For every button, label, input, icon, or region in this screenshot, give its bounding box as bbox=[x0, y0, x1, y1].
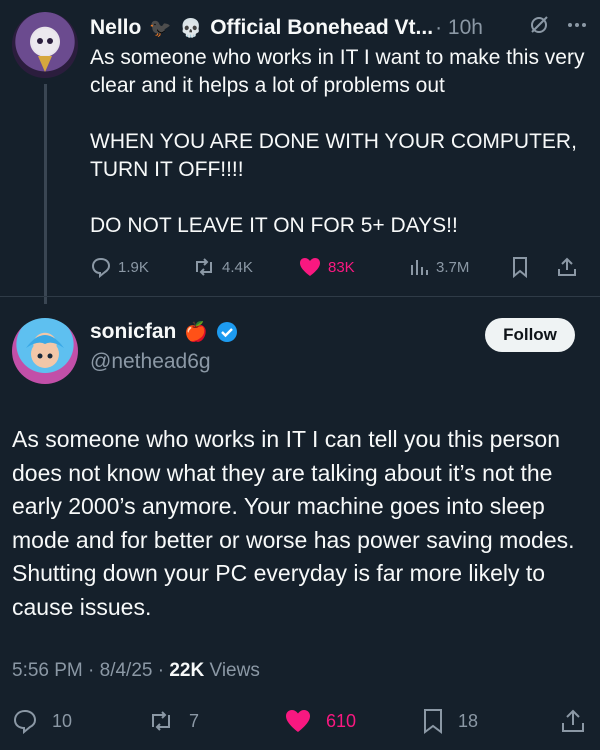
reply-button[interactable]: 1.9K bbox=[90, 256, 192, 278]
more-icon[interactable] bbox=[566, 14, 588, 36]
views-count: 3.7M bbox=[436, 258, 470, 276]
author-name-row: sonicfan 🍎 bbox=[90, 320, 238, 344]
bird-emoji: 🐦‍⬛ bbox=[149, 17, 172, 38]
like-button[interactable]: 83K bbox=[298, 256, 408, 278]
parent-actions: 1.9K 4.4K 83K 3.7M bbox=[90, 254, 590, 280]
verified-badge-icon[interactable] bbox=[216, 321, 238, 343]
reply-icon bbox=[91, 257, 111, 278]
reply-icon bbox=[13, 709, 37, 734]
author-name[interactable]: sonicfan bbox=[90, 320, 176, 344]
skull-emoji: 💀 bbox=[179, 17, 203, 38]
bookmark-button[interactable] bbox=[510, 256, 556, 278]
thread-line bbox=[44, 84, 47, 304]
reply-button[interactable]: 10 bbox=[12, 706, 72, 736]
follow-button[interactable]: Follow bbox=[485, 318, 575, 352]
anime-avatar-icon bbox=[26, 335, 64, 368]
like-count: 83K bbox=[328, 258, 355, 276]
tweet-views-count: 22K bbox=[169, 660, 205, 681]
like-count: 610 bbox=[326, 710, 357, 731]
tweet-text: As someone who works in IT I can tell yo… bbox=[12, 426, 575, 620]
tweet-views-label: Views bbox=[204, 660, 260, 681]
parent-display-name[interactable]: Official Bonehead Vt... bbox=[210, 16, 433, 40]
bookmark-button[interactable]: 18 bbox=[422, 706, 478, 736]
bookmark-count: 18 bbox=[458, 710, 479, 731]
like-button[interactable]: 610 bbox=[284, 706, 356, 736]
tweet-actions: 10 7 610 18 bbox=[12, 706, 588, 736]
repost-icon bbox=[152, 711, 170, 731]
heart-filled-icon bbox=[286, 710, 310, 732]
author-handle[interactable]: @nethead6g bbox=[90, 350, 211, 374]
share-button[interactable] bbox=[556, 256, 578, 278]
author-avatar[interactable] bbox=[12, 318, 78, 384]
repost-count: 7 bbox=[189, 710, 200, 731]
views-button[interactable]: 3.7M bbox=[408, 256, 510, 278]
apple-emoji: 🍎 bbox=[184, 322, 209, 343]
parent-time[interactable]: · 10h bbox=[435, 16, 483, 40]
bookmark-icon bbox=[424, 709, 442, 734]
parent-avatar[interactable] bbox=[12, 12, 78, 78]
divider bbox=[0, 296, 600, 297]
views-icon bbox=[411, 260, 428, 275]
bookmark-icon bbox=[513, 257, 527, 278]
tweet-timestamp[interactable]: 5:56 PM · 8/4/25 · bbox=[12, 660, 169, 681]
reply-count: 1.9K bbox=[118, 258, 149, 276]
parent-header: Nello 🐦‍⬛ 💀 Official Bonehead Vt... · 10… bbox=[90, 14, 588, 42]
reply-count: 10 bbox=[52, 710, 73, 731]
skull-avatar-icon bbox=[32, 29, 58, 72]
parent-name[interactable]: Nello bbox=[90, 16, 141, 40]
share-button[interactable] bbox=[560, 706, 586, 736]
parent-text: As someone who works in IT I want to mak… bbox=[90, 46, 585, 237]
repost-count: 4.4K bbox=[222, 258, 253, 276]
repost-button[interactable]: 7 bbox=[147, 706, 199, 736]
tweet-meta: 5:56 PM · 8/4/25 · 22K Views bbox=[12, 660, 260, 682]
grok-icon[interactable] bbox=[528, 14, 550, 36]
repost-button[interactable]: 4.4K bbox=[192, 256, 298, 278]
repost-icon bbox=[196, 258, 212, 276]
heart-filled-icon bbox=[300, 258, 320, 276]
share-icon bbox=[562, 709, 584, 732]
share-icon bbox=[558, 257, 576, 276]
